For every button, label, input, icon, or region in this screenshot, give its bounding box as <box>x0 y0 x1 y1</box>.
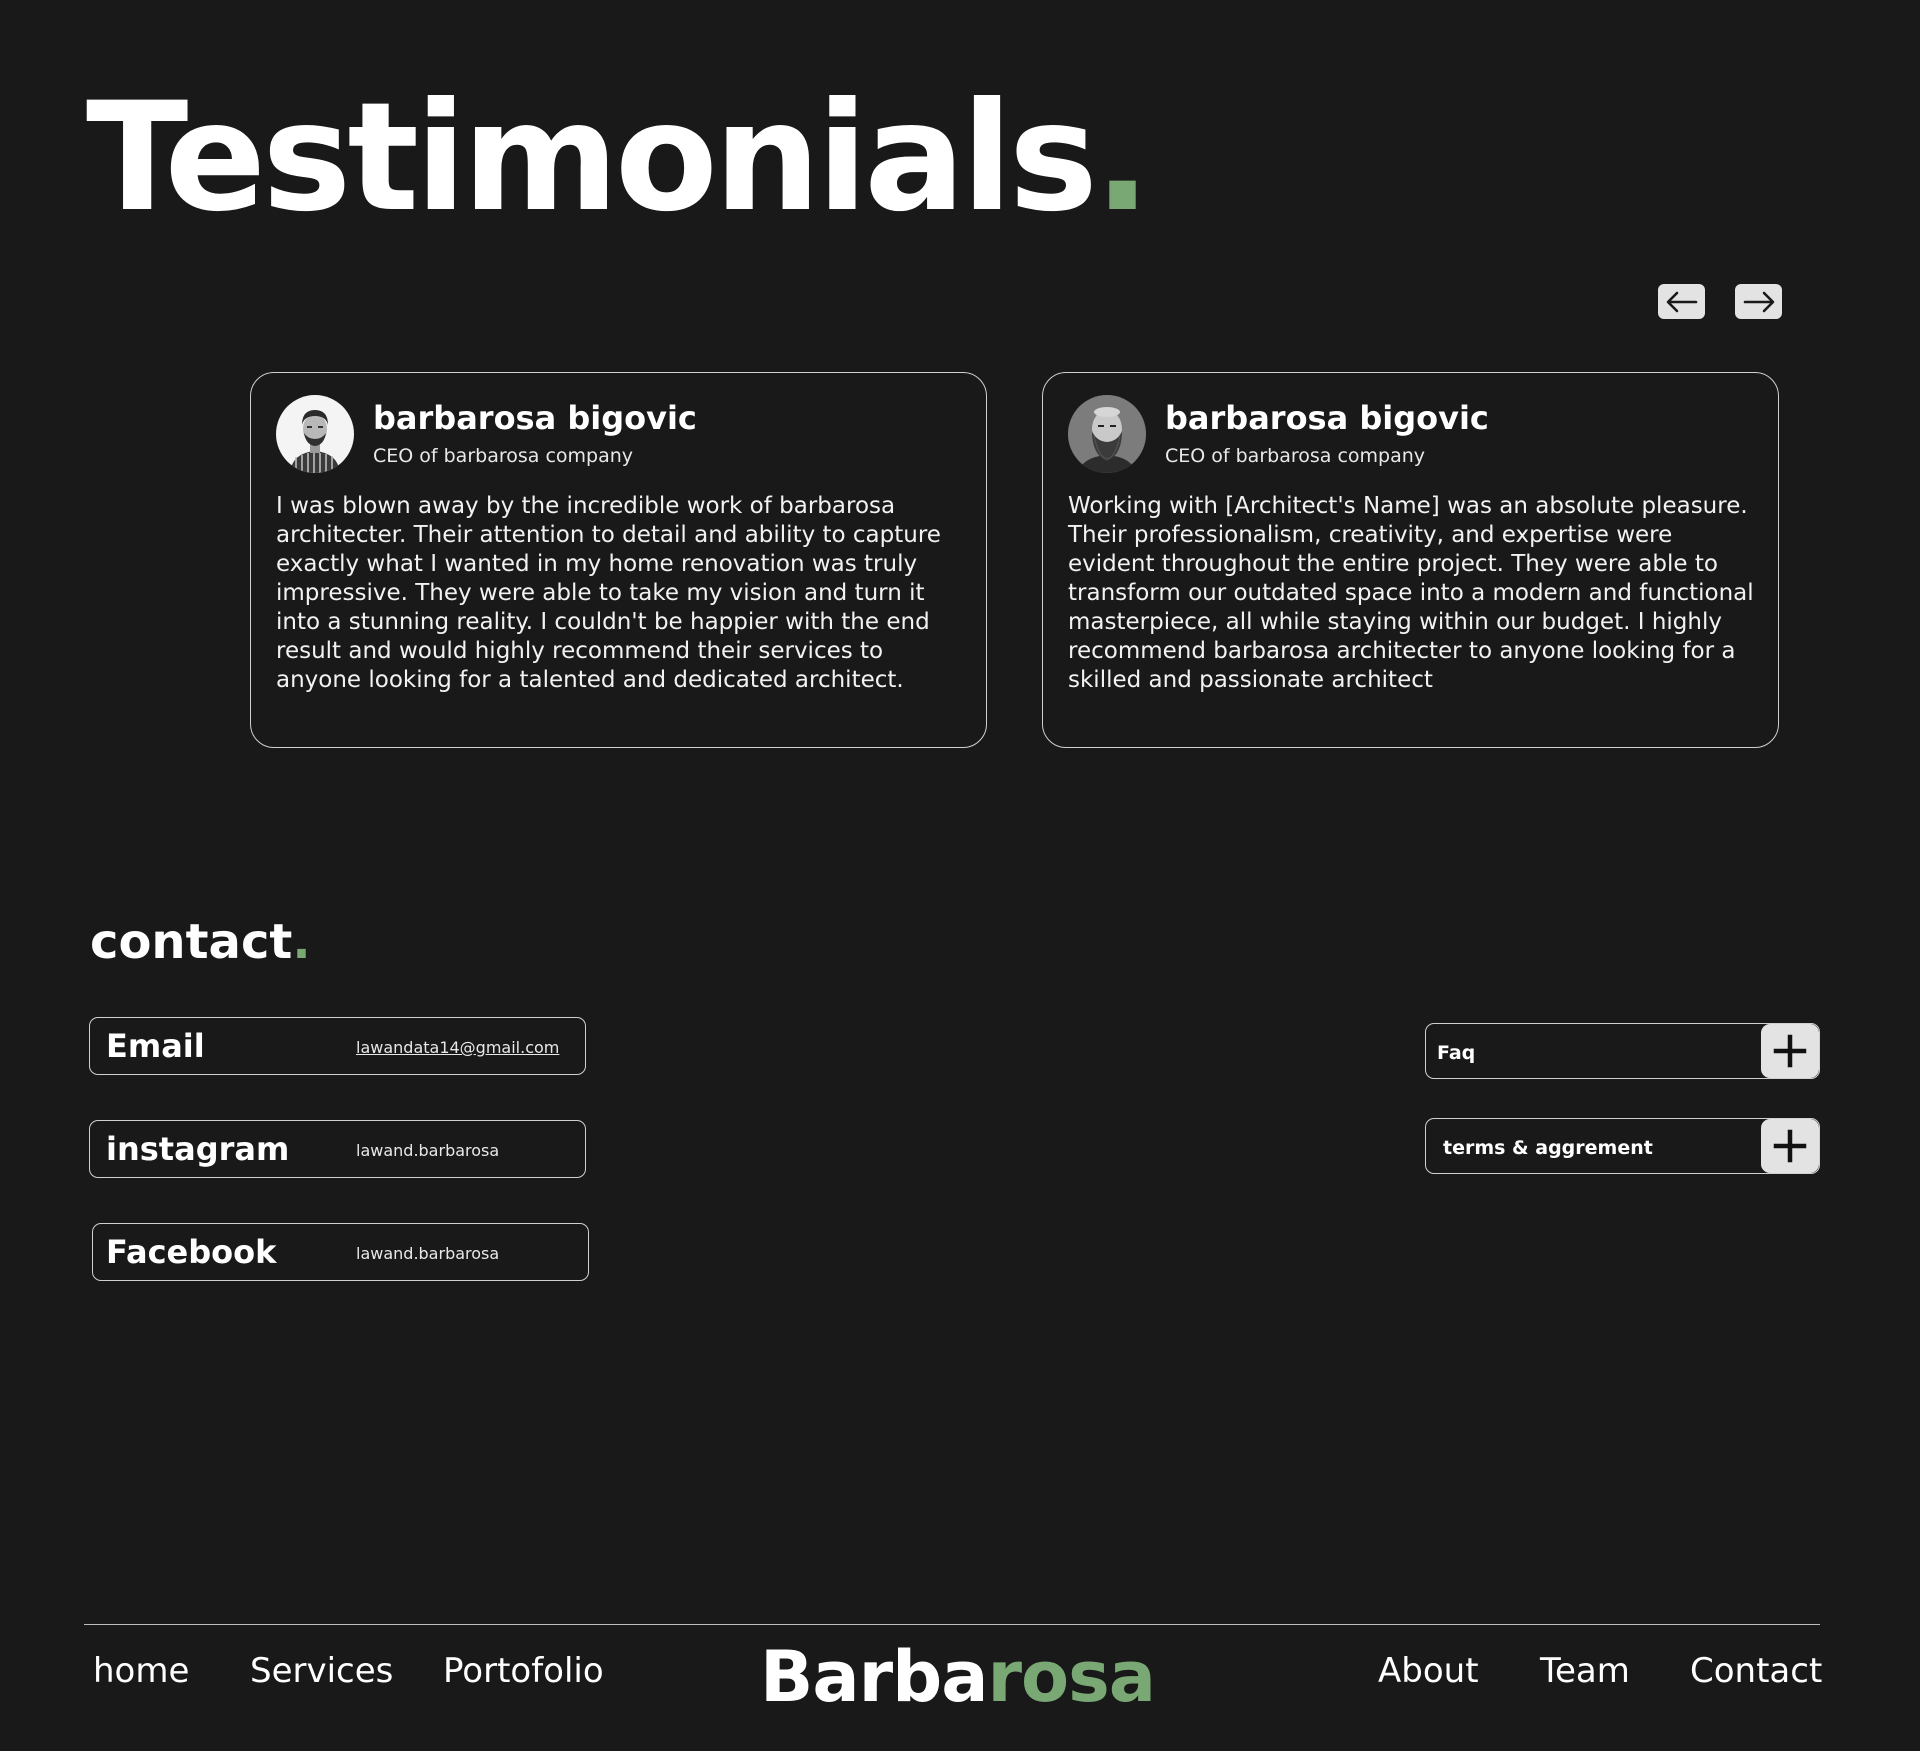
nav-team-link[interactable]: Team <box>1540 1651 1630 1691</box>
avatar <box>276 395 354 473</box>
faq-accordion[interactable]: Faq <box>1425 1023 1820 1079</box>
brand-logo[interactable]: Barbarosa <box>760 1636 1156 1718</box>
contact-title-text: contact <box>90 914 293 970</box>
terms-label: terms & aggrement <box>1443 1137 1653 1159</box>
testimonial-author-role: CEO of barbarosa company <box>373 445 634 467</box>
plus-icon <box>1773 1034 1807 1068</box>
contact-title: contact. <box>90 914 311 970</box>
contact-instagram-label: instagram <box>106 1130 290 1168</box>
contact-instagram-value: lawand.barbarosa <box>356 1141 500 1160</box>
page-title-text: Testimonials <box>86 71 1098 245</box>
nav-services-link[interactable]: Services <box>250 1651 393 1691</box>
nav-portfolio-link[interactable]: Portofolio <box>443 1651 604 1691</box>
arrow-left-icon <box>1666 291 1697 312</box>
nav-home-link[interactable]: home <box>93 1651 189 1691</box>
testimonial-card: barbarosa bigovic CEO of barbarosa compa… <box>250 372 987 748</box>
avatar <box>1068 395 1146 473</box>
footer-divider <box>84 1624 1820 1625</box>
testimonial-card: barbarosa bigovic CEO of barbarosa compa… <box>1042 372 1779 748</box>
testimonial-quote: Working with [Architect's Name] was an a… <box>1068 493 1754 693</box>
title-accent-dot: . <box>1094 71 1151 245</box>
brand-logo-part-a: Barba <box>760 1636 988 1718</box>
page-title: Testimonials. <box>86 68 1151 248</box>
terms-expand-button[interactable] <box>1761 1119 1819 1173</box>
plus-icon <box>1773 1129 1807 1163</box>
testimonial-quote: I was blown away by the incredible work … <box>276 493 941 693</box>
faq-label: Faq <box>1437 1042 1476 1064</box>
nav-contact-link[interactable]: Contact <box>1690 1651 1822 1691</box>
nav-about-link[interactable]: About <box>1378 1651 1479 1691</box>
contact-email-label: Email <box>106 1027 205 1065</box>
contact-accent-dot: . <box>292 914 311 970</box>
contact-instagram-row[interactable]: instagram lawand.barbarosa <box>89 1120 586 1178</box>
faq-expand-button[interactable] <box>1761 1024 1819 1078</box>
arrow-right-icon <box>1743 291 1774 312</box>
terms-accordion[interactable]: terms & aggrement <box>1425 1118 1820 1174</box>
testimonial-author-name: barbarosa bigovic <box>373 399 697 437</box>
carousel-next-button[interactable] <box>1735 284 1782 319</box>
testimonial-author-role: CEO of barbarosa company <box>1165 445 1426 467</box>
contact-facebook-label: Facebook <box>106 1233 277 1271</box>
contact-email-link[interactable]: lawandata14@gmail.com <box>356 1038 559 1057</box>
carousel-prev-button[interactable] <box>1658 284 1705 319</box>
contact-email-row[interactable]: Email lawandata14@gmail.com <box>89 1017 586 1075</box>
contact-facebook-row[interactable]: Facebook lawand.barbarosa <box>92 1223 589 1281</box>
testimonial-author-name: barbarosa bigovic <box>1165 399 1489 437</box>
contact-facebook-value: lawand.barbarosa <box>356 1244 500 1263</box>
brand-logo-part-b: rosa <box>987 1636 1156 1718</box>
